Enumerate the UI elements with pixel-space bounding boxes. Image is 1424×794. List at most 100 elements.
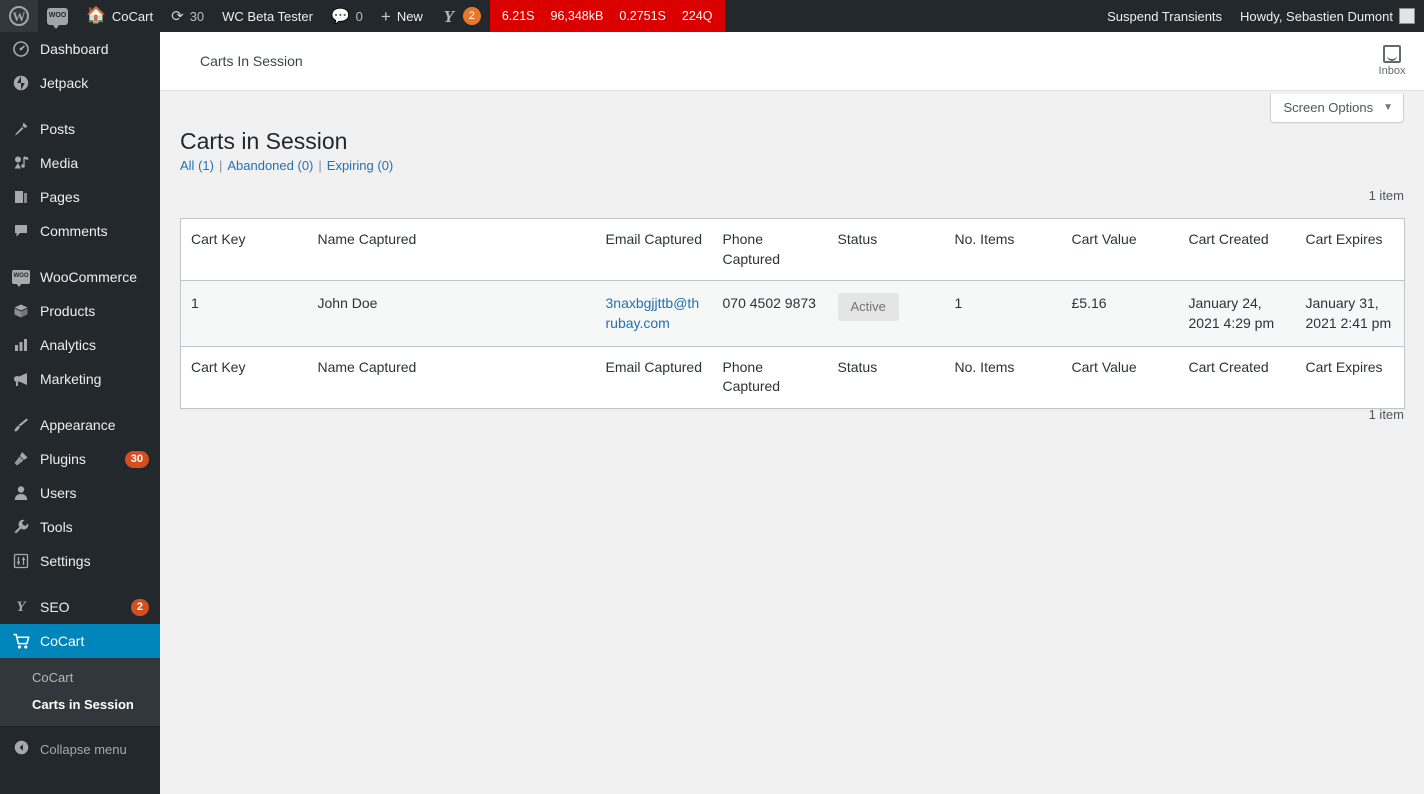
qm-db-time: 0.2751S [619, 9, 666, 23]
footer-column-phone-captured[interactable]: Phone Captured [712, 345, 828, 409]
new-content-button[interactable]: + New [372, 0, 432, 32]
sidebar-item-label: Posts [40, 121, 76, 137]
sidebar-item-analytics[interactable]: Analytics [0, 328, 160, 362]
sidebar-item-marketing[interactable]: Marketing [0, 362, 160, 396]
email-link[interactable]: 3naxbgjjttb@thrubay.com [606, 295, 700, 331]
sidebar-item-jetpack[interactable]: Jetpack [0, 66, 160, 100]
sidebar-item-products[interactable]: Products [0, 294, 160, 328]
view-all[interactable]: All (1) [180, 158, 214, 173]
updates-count: 30 [189, 8, 205, 24]
collapse-menu-button[interactable]: Collapse menu [0, 732, 160, 766]
comments-button[interactable]: 💬 0 [322, 0, 372, 32]
cell-name-captured: John Doe [317, 295, 378, 312]
footer-column-name-captured[interactable]: Name Captured [307, 345, 596, 409]
footer-column-status[interactable]: Status [827, 345, 945, 409]
plus-icon: + [380, 6, 391, 26]
wc-beta-tester-label: WC Beta Tester [222, 8, 313, 24]
column-header-cart-expires[interactable]: Cart Expires [1295, 218, 1405, 282]
page-title: Carts in Session [180, 128, 348, 155]
view-abandoned-label: Abandoned [227, 158, 294, 173]
footer-column-no-items[interactable]: No. Items [944, 345, 1062, 409]
dashboard-icon [11, 41, 31, 57]
sidebar-item-dashboard[interactable]: Dashboard [0, 32, 160, 66]
sidebar-item-users[interactable]: Users [0, 476, 160, 510]
sidebar-item-label: Jetpack [40, 75, 89, 91]
table-row[interactable]: 1 John Doe 3naxbgjjttb@thrubay.com 070 4… [180, 280, 1405, 347]
cell-cart-key: 1 [191, 295, 199, 312]
sidebar-item-woocommerce[interactable]: WOO WooCommerce [0, 260, 160, 294]
menu-separator [0, 100, 160, 112]
sidebar-item-posts[interactable]: Posts [0, 112, 160, 146]
views-filter-list: All (1) | Abandoned (0) | Expiring (0) [180, 158, 393, 173]
inbox-button[interactable]: Inbox [1360, 32, 1424, 90]
cell-cart-created: January 24, 2021 4:29 pm [1188, 295, 1275, 332]
column-header-email-captured[interactable]: Email Captured [595, 218, 713, 282]
qm-page-time: 6.21S [501, 9, 535, 23]
footer-column-email-captured[interactable]: Email Captured [595, 345, 713, 409]
page-body: Screen Options ▼ Carts in Session All (1… [160, 92, 1424, 794]
brush-icon [11, 417, 31, 433]
updates-button[interactable]: ⟳ 30 [162, 0, 213, 32]
sidebar-item-pages[interactable]: Pages [0, 180, 160, 214]
view-abandoned[interactable]: Abandoned (0) [227, 158, 313, 173]
column-header-cart-value[interactable]: Cart Value [1061, 218, 1179, 282]
submenu-item-carts-in-session[interactable]: Carts in Session [0, 691, 160, 718]
column-header-cart-key[interactable]: Cart Key [180, 218, 308, 282]
howdy-label: Howdy, Sebastien Dumont [1240, 8, 1393, 24]
admin-bar-spacer [725, 0, 1099, 32]
footer-column-cart-key[interactable]: Cart Key [180, 345, 308, 409]
home-icon: 🏠 [86, 7, 106, 24]
megaphone-icon [11, 371, 31, 387]
sidebar-item-seo[interactable]: Y SEO 2 [0, 590, 160, 624]
woocommerce-icon: WOO [11, 270, 31, 287]
view-expiring[interactable]: Expiring (0) [327, 158, 393, 173]
cell-no-items: 1 [954, 295, 963, 312]
column-header-status[interactable]: Status [827, 218, 945, 282]
woocommerce-logo-button[interactable]: WOO [38, 0, 77, 32]
column-header-name-captured[interactable]: Name Captured [307, 218, 596, 282]
new-content-label: New [396, 8, 423, 24]
sidebar-item-label: Dashboard [40, 41, 109, 57]
screen-meta-links: Screen Options ▼ [1270, 94, 1404, 123]
wordpress-logo-button[interactable]: W [0, 0, 38, 32]
carts-in-session-table: Cart Key Name Captured Email Captured Ph… [180, 218, 1405, 409]
menu-separator [0, 396, 160, 408]
woocommerce-icon: WOO [47, 7, 68, 29]
footer-column-cart-created[interactable]: Cart Created [1178, 345, 1296, 409]
table-footer-row: Cart Key Name Captured Email Captured Ph… [180, 345, 1405, 409]
admin-bar: W WOO 🏠 CoCart ⟳ 30 WC Beta Tester 💬 0 +… [0, 0, 1424, 32]
column-header-no-items[interactable]: No. Items [944, 218, 1062, 282]
collapse-menu-label: Collapse menu [40, 741, 127, 757]
column-header-cart-created[interactable]: Cart Created [1178, 218, 1296, 282]
sidebar-item-label: Products [40, 303, 96, 319]
screen-options-button[interactable]: Screen Options ▼ [1270, 94, 1404, 123]
sidebar-item-label: SEO [40, 599, 70, 615]
sidebar-item-plugins[interactable]: Plugins 30 [0, 442, 160, 476]
wc-beta-tester-button[interactable]: WC Beta Tester [213, 0, 322, 32]
wordpress-icon: W [9, 6, 29, 26]
sidebar-item-comments[interactable]: Comments [0, 214, 160, 248]
query-monitor-bar[interactable]: 6.21S 96,348kB 0.2751S 224Q [489, 0, 725, 32]
column-header-phone-captured[interactable]: Phone Captured [712, 218, 828, 282]
submenu-item-label: Carts in Session [32, 697, 134, 712]
sidebar-item-media[interactable]: Media [0, 146, 160, 180]
my-account-button[interactable]: Howdy, Sebastien Dumont [1231, 0, 1424, 32]
admin-bar-right-group: Suspend Transients Howdy, Sebastien Dumo… [1098, 0, 1424, 32]
page-breadcrumb-title: Carts In Session [200, 53, 303, 69]
sidebar-item-settings[interactable]: Settings [0, 544, 160, 578]
sidebar-item-appearance[interactable]: Appearance [0, 408, 160, 442]
menu-separator [0, 578, 160, 590]
yoast-seo-button[interactable]: Y 2 [432, 0, 490, 32]
site-name-button[interactable]: 🏠 CoCart [77, 0, 162, 32]
sidebar-item-label: Pages [40, 189, 80, 205]
submenu-item-cocart[interactable]: CoCart [0, 664, 160, 691]
footer-column-cart-expires[interactable]: Cart Expires [1295, 345, 1405, 409]
suspend-transients-button[interactable]: Suspend Transients [1098, 0, 1231, 32]
footer-column-cart-value[interactable]: Cart Value [1061, 345, 1179, 409]
sidebar-item-tools[interactable]: Tools [0, 510, 160, 544]
sidebar-item-cocart[interactable]: CoCart [0, 624, 168, 658]
products-icon [11, 303, 31, 319]
view-abandoned-count: (0) [297, 158, 314, 173]
sidebar-item-label: Media [40, 155, 79, 171]
seo-notice-count: 2 [130, 598, 149, 616]
